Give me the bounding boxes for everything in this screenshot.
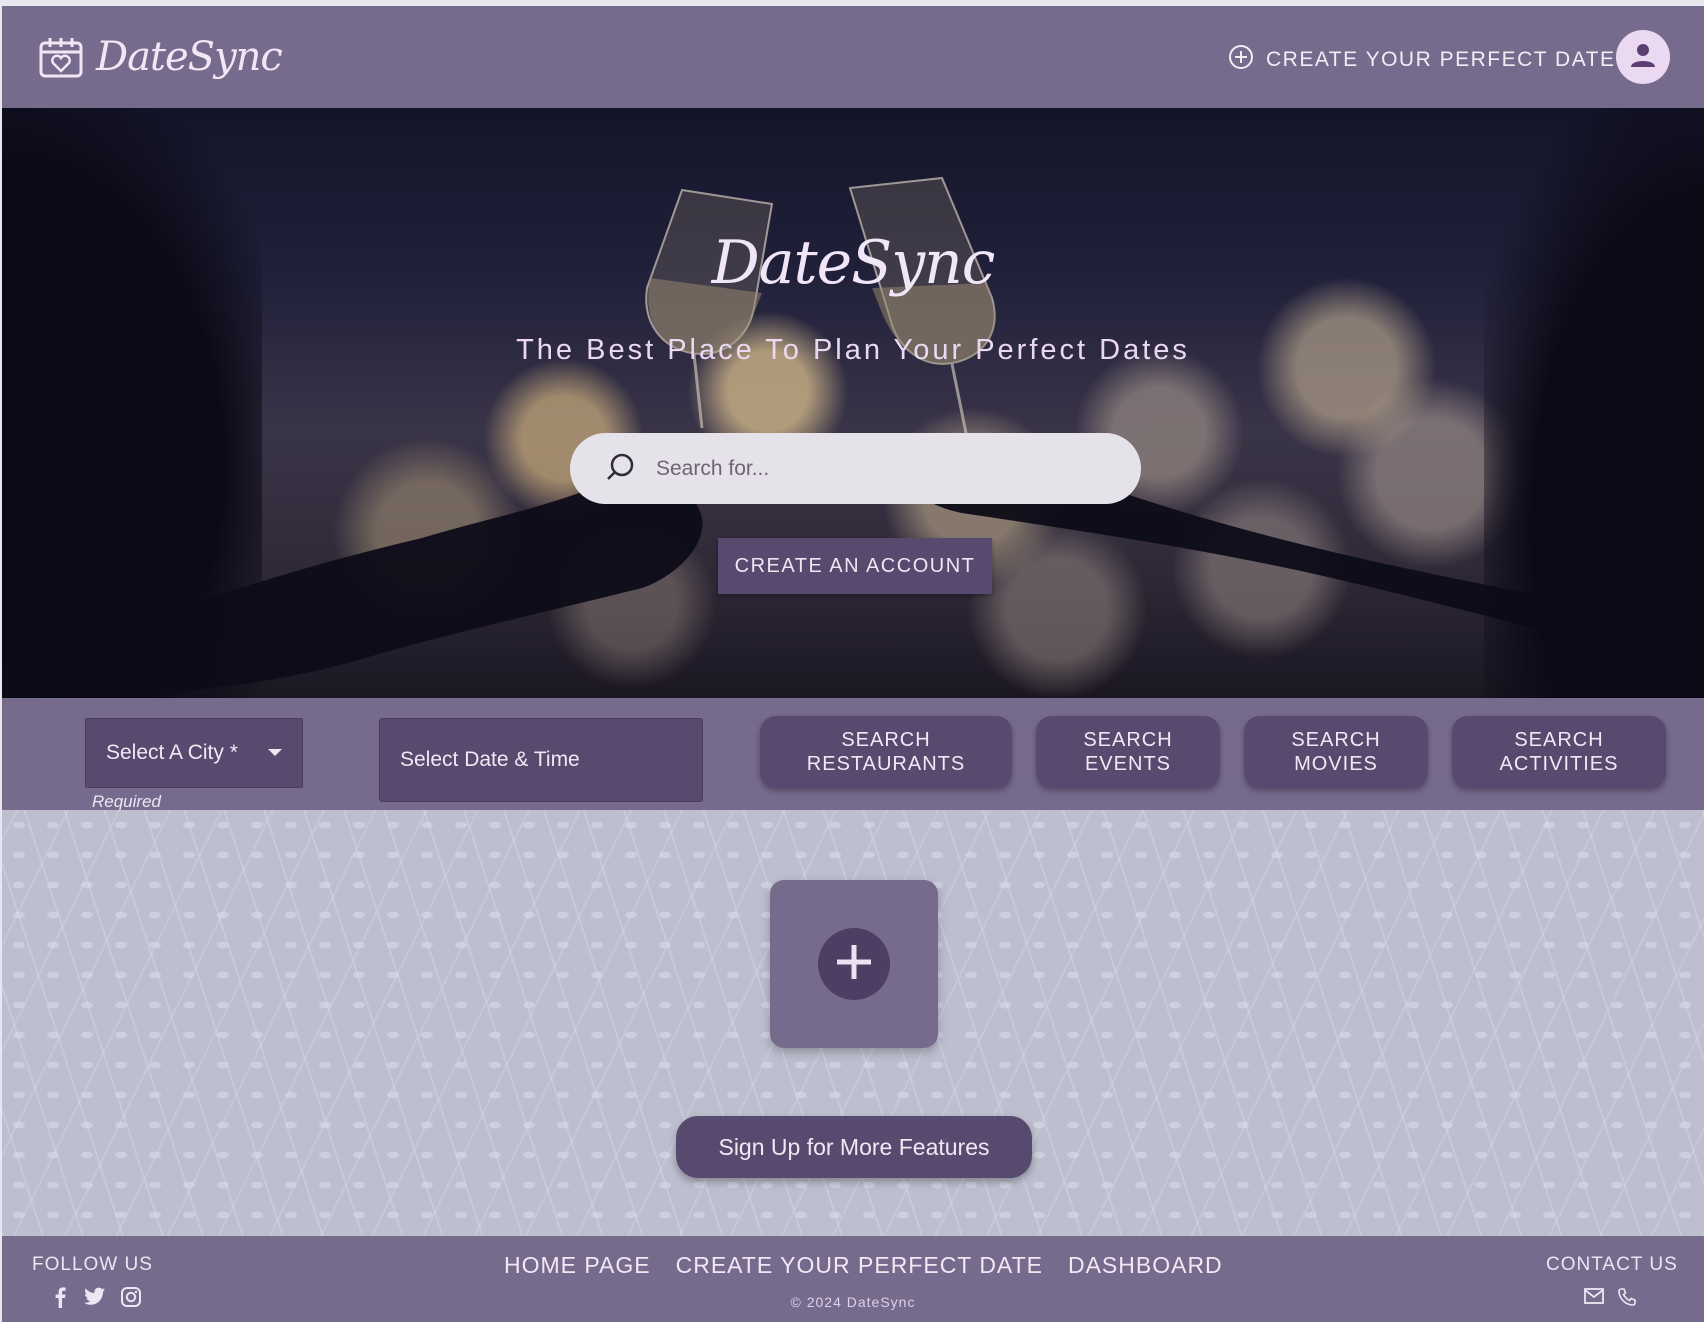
search-filter-bar: Select A City * Required Select Date & T…	[2, 698, 1704, 811]
plus-circle-icon	[1228, 44, 1254, 76]
add-date-card[interactable]	[770, 880, 938, 1048]
hero-background-image	[2, 176, 1704, 698]
hero-search-bar[interactable]	[570, 433, 1141, 504]
datetime-picker[interactable]: Select Date & Time	[379, 718, 703, 802]
search-restaurants-button[interactable]: SEARCH RESTAURANTS	[760, 716, 1012, 788]
user-avatar-button[interactable]	[1616, 30, 1670, 84]
brand-name: DateSync	[96, 34, 283, 80]
copyright: © 2024 DateSync	[790, 1294, 916, 1310]
city-select-label: Select A City *	[106, 741, 238, 764]
plus-icon	[834, 942, 874, 986]
follow-us-title: FOLLOW US	[32, 1254, 153, 1275]
page: DateSync CREATE YOUR PERFECT DATE DateSy…	[2, 6, 1704, 1322]
footer-nav: HOME PAGE CREATE YOUR PERFECT DATE DASHB…	[504, 1252, 1223, 1279]
chevron-down-icon	[268, 749, 282, 756]
hero-title: DateSync	[711, 228, 996, 298]
create-date-link[interactable]: CREATE YOUR PERFECT DATE	[1228, 44, 1616, 76]
top-navbar: DateSync CREATE YOUR PERFECT DATE	[2, 6, 1704, 108]
datetime-placeholder: Select Date & Time	[400, 748, 580, 771]
signup-more-features-button[interactable]: Sign Up for More Features	[676, 1116, 1032, 1178]
city-select[interactable]: Select A City *	[85, 718, 303, 788]
hero-banner: DateSync The Best Place To Plan Your Per…	[2, 108, 1704, 698]
hero-subtitle: The Best Place To Plan Your Perfect Date…	[516, 334, 1190, 366]
brand-logo[interactable]: DateSync	[38, 34, 283, 80]
search-icon	[604, 451, 636, 487]
phone-icon[interactable]	[1618, 1288, 1636, 1311]
footer-link-home[interactable]: HOME PAGE	[504, 1252, 651, 1279]
user-icon	[1629, 41, 1657, 73]
search-activities-button[interactable]: SEARCH ACTIVITIES	[1452, 716, 1666, 788]
search-events-button[interactable]: SEARCH EVENTS	[1036, 716, 1220, 788]
calendar-heart-icon	[38, 36, 84, 78]
footer: FOLLOW US HOME PAGE CREATE YOUR PERFECT …	[2, 1236, 1704, 1322]
footer-link-dashboard[interactable]: DASHBOARD	[1068, 1252, 1223, 1279]
contact-us-title: CONTACT US	[1546, 1254, 1678, 1275]
mail-icon[interactable]	[1584, 1288, 1604, 1311]
add-circle	[818, 928, 890, 1000]
create-date-label: CREATE YOUR PERFECT DATE	[1266, 48, 1616, 71]
main-content: Sign Up for More Features	[2, 810, 1704, 1236]
search-movies-button[interactable]: SEARCH MOVIES	[1244, 716, 1428, 788]
create-account-button[interactable]: CREATE AN ACCOUNT	[718, 538, 992, 594]
contact-links	[1584, 1288, 1636, 1311]
search-input[interactable]	[656, 456, 1096, 481]
city-required-helper: Required	[92, 792, 161, 811]
footer-link-create-date[interactable]: CREATE YOUR PERFECT DATE	[676, 1252, 1043, 1279]
